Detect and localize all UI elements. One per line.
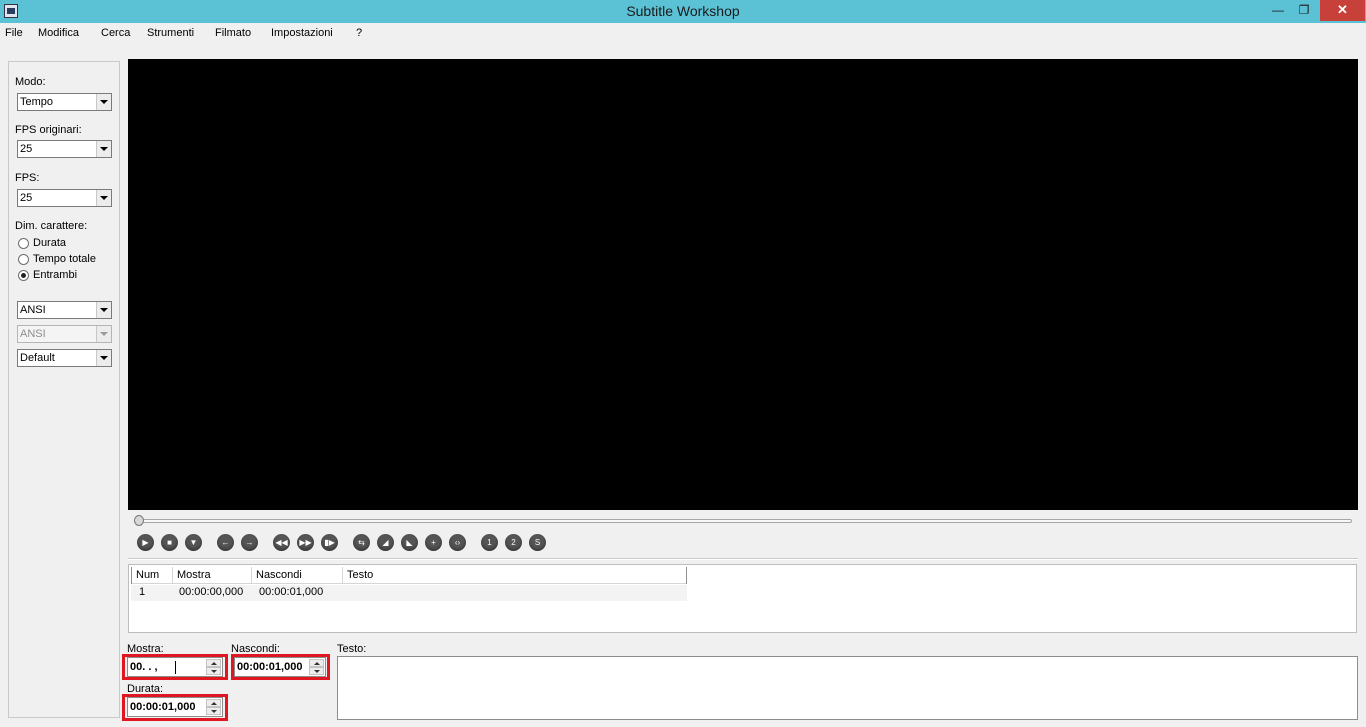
style-value: Default [20, 352, 55, 364]
column-header-testo[interactable]: Testo [343, 567, 686, 584]
down-arrow-icon[interactable]: ▼ [185, 534, 202, 551]
duration-label: Durata: [127, 683, 164, 695]
fps-value: 25 [20, 192, 33, 204]
window-title: Subtitle Workshop [626, 3, 740, 19]
set-end-icon[interactable]: ◣ [401, 534, 418, 551]
mode-label: Modo: [15, 76, 46, 88]
sync-icon[interactable]: ⇆ [353, 534, 370, 551]
duration-value: 00:00:01,000 [130, 701, 196, 713]
charset-select[interactable]: ANSI [17, 301, 112, 319]
chevron-down-icon[interactable] [96, 190, 111, 206]
next-frame-icon[interactable]: ▮▶ [321, 534, 338, 551]
fps-select[interactable]: 25 [17, 189, 112, 207]
mode-value: Tempo [20, 96, 54, 108]
charset-translation-value: ANSI [20, 328, 46, 340]
menu-filmato[interactable]: Filmato [215, 27, 251, 39]
mark-2-icon[interactable]: 2 [505, 534, 522, 551]
add-subtitle-icon[interactable]: + [425, 534, 442, 551]
radio-entrambi-label[interactable]: Entrambi [33, 269, 77, 281]
code-icon[interactable]: ‹› [449, 534, 466, 551]
cell-show: 00:00:00,000 [179, 586, 244, 598]
charset-translation-select: ANSI [17, 325, 112, 343]
show-time-spinner[interactable] [206, 659, 221, 675]
subtitle-text-input[interactable] [337, 656, 1358, 720]
hide-time-spinner[interactable] [309, 659, 324, 675]
menu-modifica[interactable]: Modifica [38, 27, 79, 39]
mark-1-icon[interactable]: 1 [481, 534, 498, 551]
menu-impostazioni[interactable]: Impostazioni [271, 27, 333, 39]
char-dim-label: Dim. carattere: [15, 220, 88, 232]
cell-hide: 00:00:01,000 [259, 586, 324, 598]
orig-fps-select[interactable]: 25 [17, 140, 112, 158]
spin-down-icon[interactable] [206, 707, 221, 715]
text-caret [175, 661, 176, 674]
forward-arrow-icon[interactable]: → [241, 534, 258, 551]
hide-time-input[interactable]: 00:00:01,000 [234, 657, 326, 677]
chevron-down-icon [96, 326, 111, 342]
stop-icon[interactable]: ■ [161, 534, 178, 551]
seek-bar[interactable] [134, 519, 1352, 523]
show-time-value: 00. . , [130, 661, 158, 673]
radio-durata[interactable] [18, 238, 29, 249]
radio-tempo-totale[interactable] [18, 254, 29, 265]
column-header-mostra[interactable]: Mostra [173, 567, 252, 584]
radio-tempo-totale-label[interactable]: Tempo totale [33, 253, 96, 265]
fps-label: FPS: [15, 172, 40, 184]
show-time-input[interactable]: 00. . , [127, 657, 223, 677]
cell-num: 1 [139, 586, 146, 598]
title-bar: Subtitle Workshop — ❐ ✕ [0, 0, 1366, 23]
spin-down-icon[interactable] [206, 667, 221, 675]
menu-file[interactable]: File [5, 27, 23, 39]
back-arrow-icon[interactable]: ← [217, 534, 234, 551]
minimize-button[interactable]: — [1265, 0, 1291, 21]
orig-fps-value: 25 [20, 143, 33, 155]
set-start-icon[interactable]: ◢ [377, 534, 394, 551]
orig-fps-label: FPS originari: [15, 124, 82, 136]
video-display[interactable] [128, 59, 1358, 510]
radio-entrambi[interactable] [18, 270, 29, 281]
text-label: Testo: [337, 643, 367, 655]
style-select[interactable]: Default [17, 349, 112, 367]
spin-down-icon[interactable] [309, 667, 324, 675]
mode-select[interactable]: Tempo [17, 93, 112, 111]
restore-button[interactable]: ❐ [1291, 0, 1317, 21]
spin-up-icon[interactable] [309, 659, 324, 667]
hide-time-value: 00:00:01,000 [237, 661, 303, 673]
radio-durata-label[interactable]: Durata [33, 237, 66, 249]
left-settings-panel: Modo: Tempo FPS originari: 25 FPS: 25 Di… [8, 61, 120, 718]
subtitle-list[interactable]: Num Mostra Nascondi Testo 1 00:00:00,000… [128, 564, 1357, 633]
duration-spinner[interactable] [206, 699, 221, 715]
menu-help[interactable]: ? [356, 27, 362, 39]
seek-handle[interactable] [134, 515, 144, 526]
chevron-down-icon[interactable] [96, 141, 111, 157]
charset-value: ANSI [20, 304, 46, 316]
hide-time-label: Nascondi: [231, 643, 280, 655]
play-icon[interactable]: ▶ [137, 534, 154, 551]
rewind-icon[interactable]: ◀◀ [273, 534, 290, 551]
close-button[interactable]: ✕ [1320, 0, 1365, 21]
show-time-label: Mostra: [127, 643, 164, 655]
column-header-num[interactable]: Num [132, 567, 173, 584]
spin-up-icon[interactable] [206, 699, 221, 707]
fast-forward-icon[interactable]: ▶▶ [297, 534, 314, 551]
column-header-nascondi[interactable]: Nascondi [252, 567, 343, 584]
mark-s-icon[interactable]: S [529, 534, 546, 551]
duration-input[interactable]: 00:00:01,000 [127, 697, 223, 717]
spin-up-icon[interactable] [206, 659, 221, 667]
menu-strumenti[interactable]: Strumenti [147, 27, 194, 39]
chevron-down-icon[interactable] [96, 302, 111, 318]
chevron-down-icon[interactable] [96, 94, 111, 110]
menu-bar: File Modifica Cerca Strumenti Filmato Im… [0, 23, 1366, 43]
chevron-down-icon[interactable] [96, 350, 111, 366]
divider [128, 558, 1358, 560]
menu-cerca[interactable]: Cerca [101, 27, 130, 39]
